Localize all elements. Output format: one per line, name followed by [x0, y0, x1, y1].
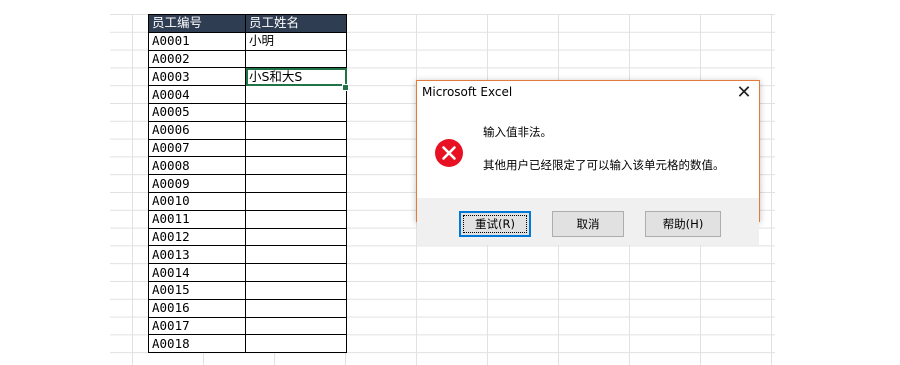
help-button[interactable]: 帮助(H): [645, 211, 721, 237]
table-row: A0003 小S和大S: [148, 67, 347, 87]
table-row: A0014: [148, 263, 347, 282]
cell-employee-name[interactable]: [245, 138, 347, 158]
table-row: A0011: [148, 209, 347, 229]
cell-employee-id[interactable]: A0005: [148, 102, 246, 122]
cell-employee-id[interactable]: A0003: [148, 67, 246, 87]
table-row: A0013: [148, 245, 347, 265]
cell-employee-name[interactable]: [245, 120, 347, 140]
cell-employee-name[interactable]: [245, 263, 347, 282]
cell-employee-name[interactable]: [245, 334, 347, 354]
table-row: A0015: [148, 280, 347, 300]
table-row: A0001 小明: [148, 31, 347, 51]
focus-ring: [463, 215, 527, 233]
cell-employee-name[interactable]: [245, 280, 347, 300]
table-row: A0018: [148, 334, 347, 354]
cell-employee-id[interactable]: A0017: [148, 316, 246, 336]
cell-employee-id[interactable]: A0011: [148, 209, 246, 229]
error-icon: [435, 139, 463, 167]
dialog-titlebar[interactable]: Microsoft Excel ✕: [417, 81, 759, 105]
error-message-title: 输入值非法。: [483, 125, 552, 139]
dialog-title: Microsoft Excel: [422, 85, 513, 99]
cell-employee-name[interactable]: [245, 245, 347, 265]
cell-employee-name-selected[interactable]: 小S和大S: [245, 67, 347, 87]
fill-handle[interactable]: [342, 84, 349, 91]
dialog-button-row: 重试(R) 取消 帮助(H): [417, 198, 759, 245]
cell-employee-id[interactable]: A0010: [148, 191, 246, 211]
table-row: A0007: [148, 138, 347, 158]
cell-employee-name[interactable]: [245, 209, 347, 229]
cell-employee-name[interactable]: [245, 191, 347, 211]
employee-table: 员工编号 员工姓名 A0001 小明 A0002 A0003 小S和大S A0004…: [148, 14, 347, 354]
cell-employee-id[interactable]: A0007: [148, 138, 246, 158]
cell-employee-id[interactable]: A0008: [148, 156, 246, 176]
cell-employee-name[interactable]: 小明: [245, 31, 347, 51]
cell-employee-id[interactable]: A0012: [148, 227, 246, 247]
header-employee-id[interactable]: 员工编号: [148, 14, 246, 33]
cell-employee-name[interactable]: [245, 227, 347, 247]
cell-employee-id[interactable]: A0014: [148, 263, 246, 282]
header-employee-name[interactable]: 员工姓名: [245, 14, 347, 33]
cell-employee-name[interactable]: [245, 102, 347, 122]
table-row: A0010: [148, 191, 347, 211]
retry-button[interactable]: 重试(R): [459, 211, 531, 237]
help-button-label: 帮助(H): [662, 217, 704, 231]
cell-employee-id[interactable]: A0018: [148, 334, 246, 354]
cell-employee-name[interactable]: [245, 49, 347, 69]
cell-employee-name[interactable]: [245, 316, 347, 336]
table-row: A0016: [148, 298, 347, 318]
table-row: A0002: [148, 49, 347, 69]
cell-employee-name[interactable]: [245, 85, 347, 104]
cell-employee-id[interactable]: A0004: [148, 85, 246, 104]
dialog-body: 输入值非法。 其他用户已经限定了可以输入该单元格的数值。 重试(R) 取消 帮助…: [417, 105, 759, 245]
cell-employee-name[interactable]: [245, 156, 347, 176]
error-message-detail: 其他用户已经限定了可以输入该单元格的数值。: [483, 158, 725, 172]
cancel-button[interactable]: 取消: [552, 211, 624, 237]
error-dialog: Microsoft Excel ✕ 输入值非法。 其他用户已经限定了可以输入该单…: [416, 80, 760, 245]
table-row: A0012: [148, 227, 347, 247]
close-icon[interactable]: ✕: [733, 82, 755, 104]
table-row: A0006: [148, 120, 347, 140]
cell-employee-name[interactable]: [245, 174, 347, 193]
cell-employee-id[interactable]: A0016: [148, 298, 246, 318]
cell-employee-id[interactable]: A0001: [148, 31, 246, 51]
cancel-button-label: 取消: [576, 217, 600, 231]
table-row: A0008: [148, 156, 347, 176]
sheet-margin-top: [0, 0, 900, 14]
cell-employee-id[interactable]: A0013: [148, 245, 246, 265]
cell-employee-id[interactable]: A0002: [148, 49, 246, 69]
table-row: A0005: [148, 102, 347, 122]
cell-employee-id[interactable]: A0006: [148, 120, 246, 140]
sheet-margin-right: [775, 0, 900, 365]
cell-employee-id[interactable]: A0015: [148, 280, 246, 300]
table-header-row: 员工编号 员工姓名: [148, 14, 347, 33]
table-row: A0009: [148, 174, 347, 193]
table-row: A0004: [148, 85, 347, 104]
sheet-margin-left: [0, 0, 110, 365]
cell-employee-name[interactable]: [245, 298, 347, 318]
cell-employee-id[interactable]: A0009: [148, 174, 246, 193]
table-row: A0017: [148, 316, 347, 336]
